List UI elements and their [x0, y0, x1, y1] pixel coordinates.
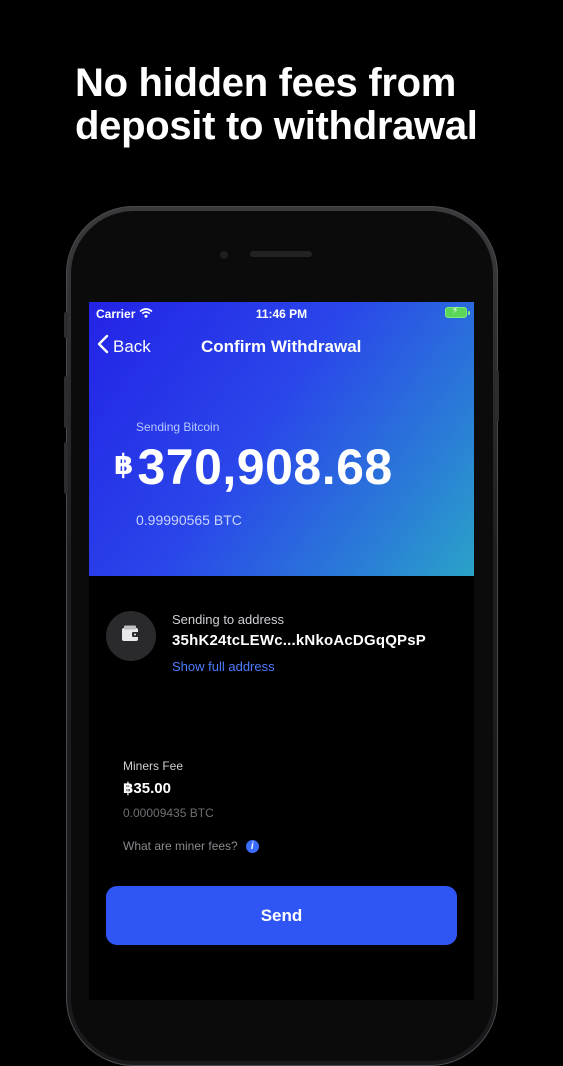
miners-fee-label: Miners Fee — [123, 759, 184, 773]
send-button[interactable]: Send — [106, 886, 457, 945]
earpiece-speaker — [250, 251, 312, 257]
status-time: 11:46 PM — [255, 307, 308, 321]
headline: No hidden fees from deposit to withdrawa… — [75, 62, 545, 148]
fiat-amount: ฿ 370,908.68 — [114, 438, 393, 496]
address-value: 35hK24tcLEWc...kNkoAcDGqQPsP — [172, 632, 427, 649]
nav-bar: Back Confirm Withdrawal — [89, 334, 474, 364]
page-title: Confirm Withdrawal — [201, 337, 362, 356]
wallet-icon-container — [106, 611, 156, 661]
currency-symbol: ฿ — [114, 449, 134, 480]
amount-value: 370,908.68 — [137, 439, 393, 495]
info-icon[interactable]: i — [245, 839, 259, 853]
back-label: Back — [113, 336, 151, 356]
side-button-left — [64, 312, 68, 338]
headline-line-2: deposit to withdrawal — [75, 104, 478, 148]
miner-fees-help-label: What are miner fees? — [123, 839, 238, 853]
btc-amount: 0.99990565 BTC — [136, 512, 242, 528]
address-label: Sending to address — [172, 612, 285, 627]
front-camera — [220, 251, 228, 259]
phone-screen: Carrier 11:46 PM ⚡ Back Confirm Withdraw… — [89, 302, 474, 1000]
status-bar: Carrier 11:46 PM ⚡ — [89, 302, 474, 324]
battery-charging-icon: ⚡ — [445, 305, 470, 318]
miners-fee-btc: 0.00009435 BTC — [123, 806, 214, 820]
hero-panel: Carrier 11:46 PM ⚡ Back Confirm Withdraw… — [89, 302, 474, 576]
miner-fees-help[interactable]: What are miner fees? i — [123, 839, 259, 853]
side-button-left — [64, 376, 68, 428]
headline-line-1: No hidden fees from — [75, 61, 456, 105]
side-button-left — [64, 442, 68, 494]
wallet-icon — [120, 624, 142, 649]
show-full-address-link[interactable]: Show full address — [172, 659, 275, 674]
miners-fee-amount: ฿35.00 — [123, 780, 171, 797]
back-button[interactable]: Back — [97, 334, 151, 359]
sending-bitcoin-label: Sending Bitcoin — [136, 420, 220, 434]
chevron-left-icon — [97, 334, 109, 359]
side-button-right — [495, 370, 499, 422]
